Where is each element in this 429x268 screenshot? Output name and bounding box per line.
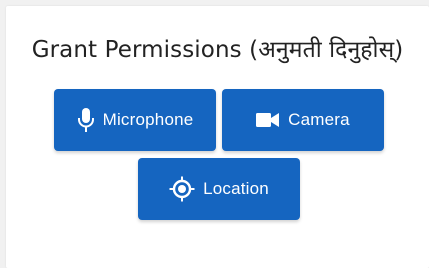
microphone-icon [77, 107, 95, 133]
permissions-card: Grant Permissions (अनुमती दिनुहोस्) Micr… [6, 6, 429, 268]
page-title: Grant Permissions (अनुमती दिनुहोस्) [31, 37, 404, 63]
microphone-button[interactable]: Microphone [54, 89, 216, 151]
location-target-icon [169, 176, 195, 202]
location-button-label: Location [203, 179, 269, 198]
camera-button[interactable]: Camera [222, 89, 384, 151]
microphone-button-label: Microphone [102, 110, 194, 129]
camera-icon [256, 112, 280, 128]
location-button[interactable]: Location [138, 158, 300, 220]
camera-button-label: Camera [288, 110, 350, 129]
